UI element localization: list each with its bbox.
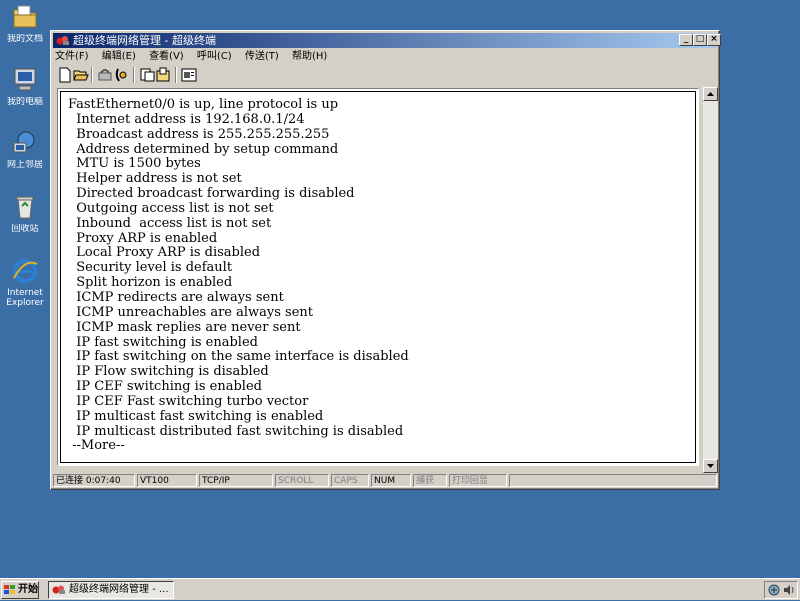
arrow-up-icon [707, 92, 714, 96]
recycle-bin-icon [10, 192, 40, 222]
desktop-icon-recycle-bin[interactable]: 回收站 [0, 192, 50, 234]
status-scroll: SCROLL [275, 474, 329, 487]
start-button[interactable]: 开始 [1, 581, 39, 599]
send-icon[interactable] [139, 67, 155, 83]
desktop-icon-label: 回收站 [11, 224, 39, 234]
internet-explorer-icon [10, 256, 40, 286]
minimize-icon: _ [683, 34, 689, 44]
desktop-icon-my-documents[interactable]: 我的文档 [0, 2, 50, 44]
network-places-icon [10, 128, 40, 158]
scroll-up-button[interactable] [703, 87, 718, 101]
terminal-area[interactable]: FastEthernet0/0 is up, line protocol is … [57, 88, 699, 466]
menu-bar: 文件(F) 编辑(E) 查看(V) 呼叫(C) 传送(T) 帮助(H) [55, 49, 715, 65]
menu-help[interactable]: 帮助(H) [292, 51, 327, 62]
desktop-icon-label: 我的文档 [6, 34, 43, 44]
my-documents-icon [10, 2, 40, 32]
toolbar-separator [133, 67, 135, 83]
status-bar: 已连接 0:07:40 VT100 TCP/IP SCROLL CAPS NUM… [53, 474, 717, 488]
status-empty [509, 474, 717, 487]
system-tray [764, 581, 798, 599]
status-connected: 已连接 0:07:40 [53, 474, 135, 487]
status-num: NUM [371, 474, 411, 487]
my-computer-icon [10, 65, 40, 95]
windows-flag-icon [4, 585, 16, 595]
scroll-down-button[interactable] [703, 459, 718, 473]
vertical-scrollbar[interactable] [703, 87, 718, 473]
maximize-button[interactable]: □ [693, 34, 707, 46]
open-icon[interactable] [73, 67, 89, 83]
toolbar-separator [175, 67, 177, 83]
hyperterminal-app-icon [56, 35, 70, 46]
window-title: 超级终端网络管理 - 超级终端 [73, 34, 216, 47]
hyperterminal-app-icon [52, 585, 66, 595]
status-caps: CAPS [331, 474, 369, 487]
hyperterminal-window: 超级终端网络管理 - 超级终端 _ □ × 文件(F) 编辑(E) 查看(V) … [50, 30, 721, 490]
status-capture: 捕获 [413, 474, 447, 487]
toolbar [55, 66, 715, 84]
connect-icon[interactable] [97, 67, 113, 83]
arrow-down-icon [707, 464, 714, 468]
desktop-icon-my-computer[interactable]: 我的电脑 [0, 65, 50, 107]
terminal-screen[interactable]: FastEthernet0/0 is up, line protocol is … [60, 91, 696, 463]
menu-file[interactable]: 文件(F) [55, 51, 89, 62]
close-button[interactable]: × [707, 34, 721, 46]
menu-call[interactable]: 呼叫(C) [197, 51, 232, 62]
new-icon[interactable] [57, 67, 73, 83]
volume-tray-icon[interactable] [783, 584, 795, 599]
menu-edit[interactable]: 编辑(E) [102, 51, 136, 62]
desktop-icon-network[interactable]: 网上邻居 [0, 128, 50, 170]
desktop-icon-label: 网上邻居 [6, 160, 43, 170]
minimize-button[interactable]: _ [679, 34, 693, 46]
desktop-icon-internet-explorer[interactable]: Internet Explorer [0, 256, 50, 308]
disconnect-icon[interactable] [113, 67, 129, 83]
desktop-icon-label: Internet [7, 288, 43, 298]
close-icon: × [710, 34, 718, 44]
menu-view[interactable]: 查看(V) [149, 51, 184, 62]
start-label: 开始 [18, 584, 38, 595]
status-emulation: VT100 [137, 474, 197, 487]
desktop-icon-label: 我的电脑 [6, 97, 43, 107]
desktop-icon-label-2: Explorer [6, 298, 44, 308]
terminal-output: FastEthernet0/0 is up, line protocol is … [68, 97, 409, 454]
properties-icon[interactable] [181, 67, 197, 83]
window-title-bar[interactable]: 超级终端网络管理 - 超级终端 _ □ × [53, 33, 721, 48]
receive-icon[interactable] [155, 67, 171, 83]
status-print-echo: 打印回显 [449, 474, 507, 487]
taskbar: 开始 超级终端网络管理 - ... [0, 578, 800, 600]
taskbar-hyperterminal-button[interactable]: 超级终端网络管理 - ... [48, 581, 174, 599]
maximize-icon: □ [695, 34, 705, 44]
toolbar-separator [91, 67, 93, 83]
taskbar-button-label: 超级终端网络管理 - ... [69, 584, 169, 595]
status-protocol: TCP/IP [199, 474, 273, 487]
more-prompt: --More-- [68, 438, 125, 454]
network-tray-icon[interactable] [768, 584, 780, 599]
menu-transfer[interactable]: 传送(T) [245, 51, 279, 62]
